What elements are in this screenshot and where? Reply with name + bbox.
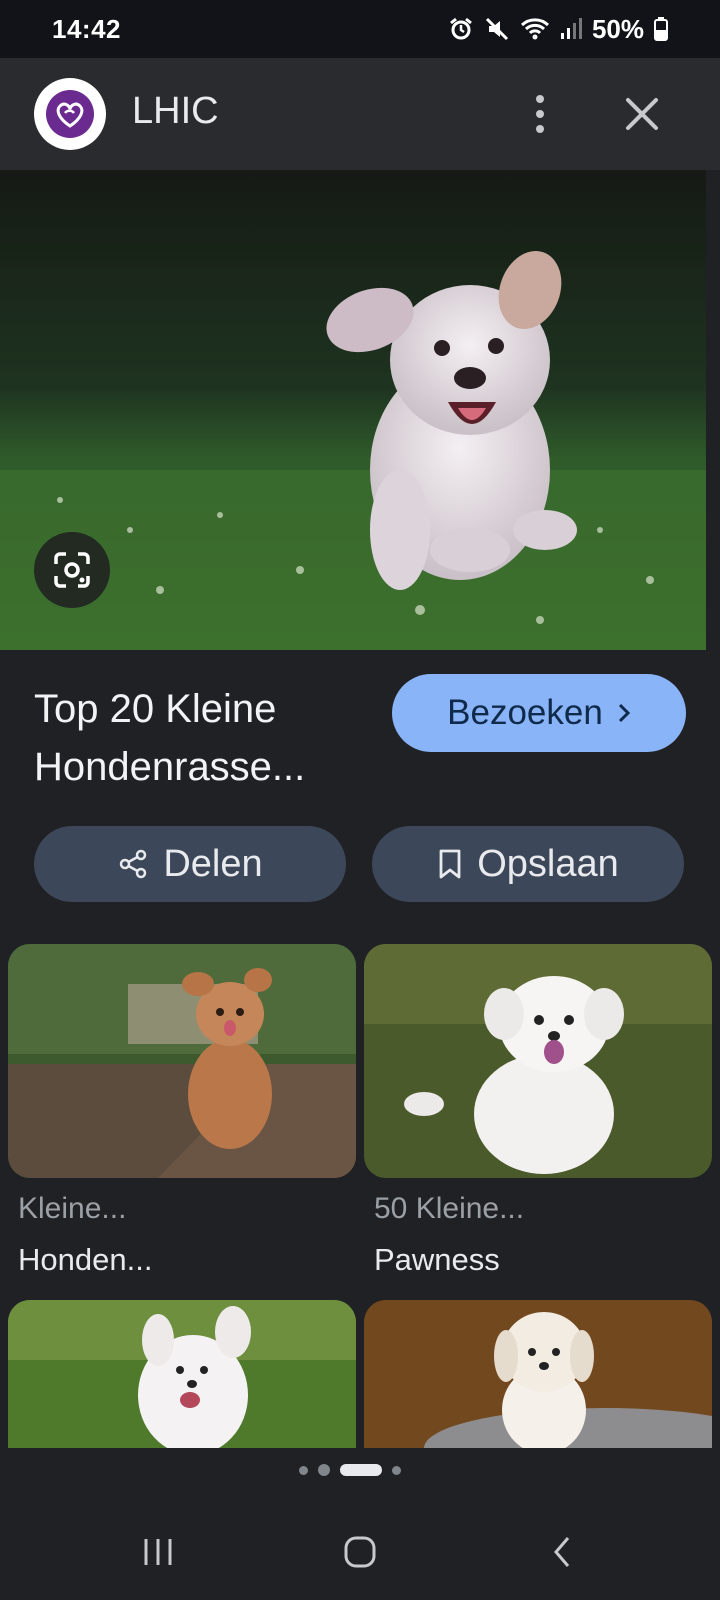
related-thumb-1[interactable] [8,944,356,1178]
battery-percent: 50% [591,13,644,44]
page-dot-active [340,1464,382,1476]
related-thumb-3[interactable] [8,1300,356,1448]
page-dot [299,1465,308,1475]
status-time: 14:42 [52,13,121,44]
visit-label: Bezoeken [447,693,603,732]
wifi-icon [520,18,549,40]
google-lens-button[interactable] [34,532,110,608]
related-source-1: Kleine... [18,1192,127,1225]
share-button[interactable]: Delen [34,826,346,902]
bookmark-icon [439,849,461,879]
share-label: Delen [163,842,263,885]
recents-button[interactable] [128,1528,188,1576]
heart-logo-icon [46,90,94,138]
home-icon [344,1536,376,1568]
white-puppy-photo [364,1300,712,1448]
status-icons: 50% [448,14,668,45]
mute-icon [485,17,509,41]
status-bar: 14:42 50% [0,0,720,58]
back-icon [554,1537,570,1567]
poodle-photo [8,944,356,1178]
save-button[interactable]: Opslaan [372,826,684,902]
home-button[interactable] [330,1528,390,1576]
alarm-icon [450,17,472,40]
related-title-2[interactable]: Pawness [374,1242,500,1278]
back-button[interactable] [532,1528,592,1576]
close-icon[interactable] [620,92,664,136]
main-image[interactable] [0,170,706,650]
result-title-line2: Hondenrasse... [34,745,306,789]
related-thumb-2[interactable] [364,944,712,1178]
site-logo[interactable] [34,78,106,150]
battery-icon [654,17,668,41]
result-title[interactable]: Top 20 Kleine Hondenrasse... [34,680,374,796]
chevron-right-icon [618,703,630,723]
page-dot [392,1465,401,1475]
result-title-line1: Top 20 Kleine [34,687,277,731]
app-header: LHIC [0,58,720,170]
page-indicator [0,1464,720,1476]
recents-icon [144,1539,172,1565]
white-dog-running-photo [8,1300,356,1448]
related-thumb-4[interactable] [364,1300,712,1448]
site-title: LHIC [132,90,219,132]
share-icon [120,849,147,879]
signal-icon [560,18,582,39]
visit-button[interactable]: Bezoeken [392,674,686,752]
lens-icon [54,552,90,588]
related-source-2: 50 Kleine... [374,1192,525,1225]
maltese-photo [364,944,712,1178]
system-nav-bar [0,1500,720,1600]
more-vert-icon[interactable] [520,88,560,140]
save-label: Opslaan [477,842,619,885]
related-title-1[interactable]: Honden... [18,1242,152,1278]
page-dot [318,1464,330,1476]
